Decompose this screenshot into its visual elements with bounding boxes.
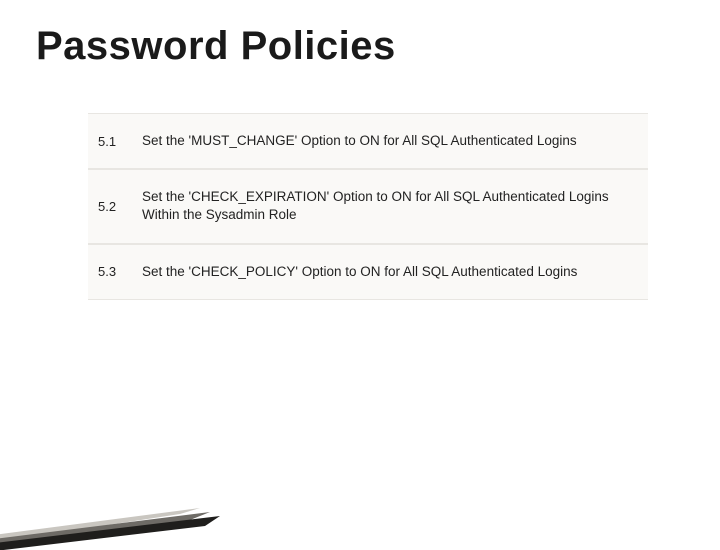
table-row: 5.3 Set the 'CHECK_POLICY' Option to ON … — [88, 244, 648, 300]
table-row: 5.1 Set the 'MUST_CHANGE' Option to ON f… — [88, 113, 648, 169]
table-row: 5.2 Set the 'CHECK_EXPIRATION' Option to… — [88, 169, 648, 243]
policy-desc: Set the 'CHECK_POLICY' Option to ON for … — [132, 244, 648, 300]
policy-table: 5.1 Set the 'MUST_CHANGE' Option to ON f… — [88, 113, 648, 300]
slide: Password Policies 5.1 Set the 'MUST_CHAN… — [0, 0, 720, 540]
policy-id: 5.1 — [88, 113, 132, 169]
policy-id: 5.3 — [88, 244, 132, 300]
policy-id: 5.2 — [88, 169, 132, 243]
policy-desc: Set the 'CHECK_EXPIRATION' Option to ON … — [132, 169, 648, 243]
decorative-swoosh — [0, 450, 230, 550]
page-title: Password Policies — [36, 24, 684, 69]
policy-desc: Set the 'MUST_CHANGE' Option to ON for A… — [132, 113, 648, 169]
